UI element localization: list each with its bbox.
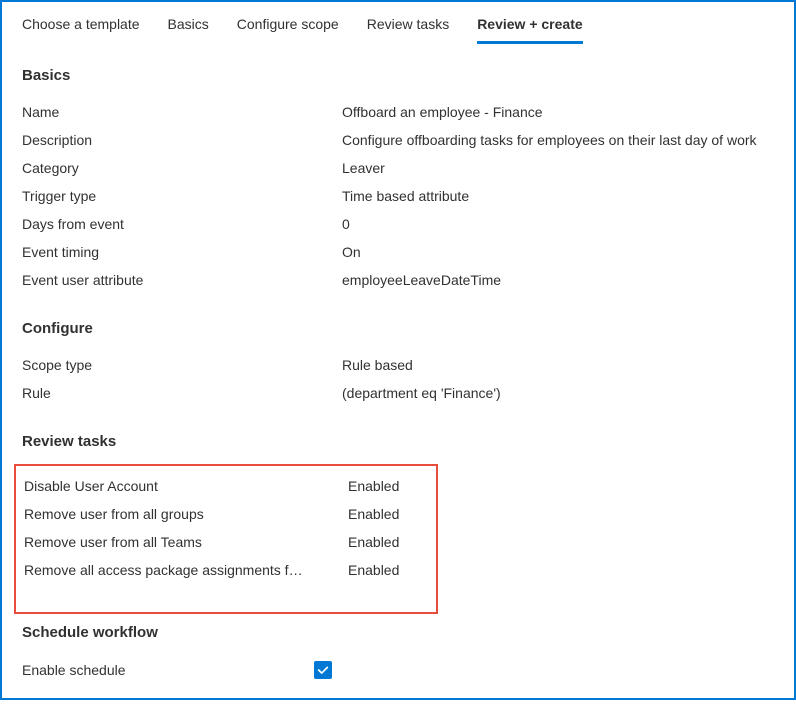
row-enable-schedule: Enable schedule [22,655,774,685]
value-event-user-attribute: employeeLeaveDateTime [342,272,774,288]
table-row: Remove user from all Teams Enabled [24,528,428,556]
tabs-bar: Choose a template Basics Configure scope… [2,2,794,45]
row-event-user-attribute: Event user attribute employeeLeaveDateTi… [22,266,774,294]
table-row: Disable User Account Enabled [24,472,428,500]
content-area: Basics Name Offboard an employee - Finan… [2,45,794,705]
task-status: Enabled [348,534,428,550]
tab-review-create[interactable]: Review + create [477,16,582,44]
row-event-timing: Event timing On [22,238,774,266]
tab-configure-scope[interactable]: Configure scope [237,16,339,44]
label-category: Category [22,160,342,176]
value-description: Configure offboarding tasks for employee… [342,132,774,148]
row-trigger-type: Trigger type Time based attribute [22,182,774,210]
value-category: Leaver [342,160,774,176]
label-scope-type: Scope type [22,357,342,373]
task-label: Disable User Account [24,478,348,494]
tab-review-tasks[interactable]: Review tasks [367,16,449,44]
tab-basics[interactable]: Basics [168,16,209,44]
table-row: Remove all access package assignments f…… [24,556,428,584]
task-status: Enabled [348,506,428,522]
task-label: Remove all access package assignments f… [24,562,348,578]
value-days-from-event: 0 [342,216,774,232]
label-days-from-event: Days from event [22,216,342,232]
value-event-timing: On [342,244,774,260]
row-rule: Rule (department eq 'Finance') [22,379,774,407]
section-title-review-tasks: Review tasks [22,433,774,450]
task-label: Remove user from all Teams [24,534,348,550]
task-status: Enabled [348,562,428,578]
section-title-configure: Configure [22,320,774,337]
checkmark-icon [316,663,330,677]
tab-choose-template[interactable]: Choose a template [22,16,140,44]
row-category: Category Leaver [22,154,774,182]
label-name: Name [22,104,342,120]
label-enable-schedule: Enable schedule [22,662,314,678]
review-tasks-highlight: Disable User Account Enabled Remove user… [14,464,438,614]
row-name: Name Offboard an employee - Finance [22,98,774,126]
label-event-user-attribute: Event user attribute [22,272,342,288]
row-days-from-event: Days from event 0 [22,210,774,238]
value-rule: (department eq 'Finance') [342,385,774,401]
value-trigger-type: Time based attribute [342,188,774,204]
label-rule: Rule [22,385,342,401]
value-scope-type: Rule based [342,357,774,373]
section-title-basics: Basics [22,67,774,84]
enable-schedule-checkbox[interactable] [314,661,332,679]
label-trigger-type: Trigger type [22,188,342,204]
section-title-schedule: Schedule workflow [22,624,774,641]
task-label: Remove user from all groups [24,506,348,522]
table-row: Remove user from all groups Enabled [24,500,428,528]
task-status: Enabled [348,478,428,494]
label-event-timing: Event timing [22,244,342,260]
row-description: Description Configure offboarding tasks … [22,126,774,154]
row-scope-type: Scope type Rule based [22,351,774,379]
label-description: Description [22,132,342,148]
value-name: Offboard an employee - Finance [342,104,774,120]
